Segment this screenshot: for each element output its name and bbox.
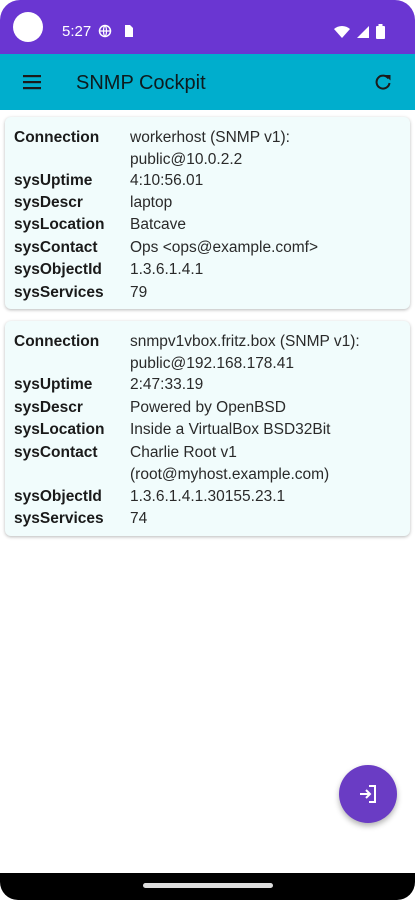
- cellular-icon: [357, 25, 369, 38]
- home-handle[interactable]: [142, 883, 273, 888]
- row-value: snmpv1vbox.fritz.box (SNMP v1): public@1…: [130, 333, 360, 372]
- login-icon: [360, 785, 376, 803]
- row-value: Batcave: [130, 216, 187, 233]
- sim-card-icon: [125, 25, 133, 37]
- status-bar: 5:27: [0, 0, 415, 54]
- row-label: sysDescr: [14, 399, 83, 416]
- battery-icon: [376, 24, 385, 39]
- connect-fab-button[interactable]: [339, 765, 397, 823]
- status-time: 5:27: [62, 23, 92, 40]
- row-label: sysUptime: [14, 376, 93, 393]
- row-label: sysServices: [14, 510, 104, 527]
- row-label: sysLocation: [14, 421, 105, 438]
- row-label: sysContact: [14, 444, 98, 461]
- row-value: 1.3.6.1.4.1.30155.23.1: [130, 488, 286, 505]
- row-label: Connection: [14, 129, 100, 146]
- app-title: SNMP Cockpit: [76, 72, 206, 94]
- row-label: sysUptime: [14, 172, 93, 189]
- menu-button[interactable]: [12, 62, 52, 102]
- menu-icon: [23, 75, 41, 90]
- row-value: Ops <ops@example.comf>: [130, 239, 319, 256]
- row-label: sysServices: [14, 284, 104, 301]
- device-card[interactable]: Connection snmpv1vbox.fritz.box (SNMP v1…: [5, 321, 410, 536]
- row-value: workerhost (SNMP v1): public@10.0.2.2: [130, 129, 290, 168]
- row-value: 79: [130, 284, 148, 301]
- row-value: Inside a VirtualBox BSD32Bit: [130, 421, 331, 438]
- row-value: laptop: [130, 194, 173, 211]
- row-label: sysLocation: [14, 216, 105, 233]
- app-bar: SNMP Cockpit: [0, 54, 415, 110]
- row-value: Powered by OpenBSD: [130, 399, 286, 416]
- row-value: 1.3.6.1.4.1: [130, 261, 204, 278]
- row-value: 2:47:33.19: [130, 376, 204, 393]
- vpn-globe-icon: [98, 24, 112, 38]
- wifi-icon: [334, 25, 350, 38]
- row-label: sysContact: [14, 239, 98, 256]
- navigation-bar: [0, 873, 415, 900]
- device-card[interactable]: Connection workerhost (SNMP v1): public@…: [5, 117, 410, 309]
- row-label: sysDescr: [14, 194, 83, 211]
- row-value: Charlie Root v1 (root@myhost.example.com…: [130, 444, 330, 483]
- camera-cutout: [13, 12, 43, 42]
- row-label: sysObjectId: [14, 261, 102, 278]
- refresh-icon: [375, 74, 391, 90]
- row-value: 74: [130, 510, 148, 527]
- refresh-button[interactable]: [363, 62, 403, 102]
- row-label: sysObjectId: [14, 488, 102, 505]
- row-label: Connection: [14, 333, 100, 350]
- row-value: 4:10:56.01: [130, 172, 204, 189]
